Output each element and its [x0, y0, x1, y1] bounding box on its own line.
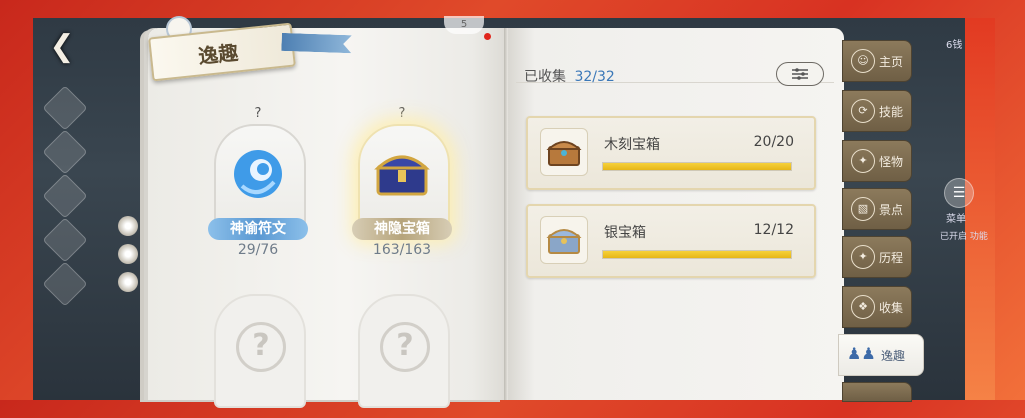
collected-count: 32/32: [574, 69, 615, 85]
oracle-rune-icon: [234, 150, 282, 198]
card-name: 神谕符文: [208, 218, 308, 240]
chest-progress-bar: [602, 250, 792, 259]
pillar-icon: ▧: [851, 197, 875, 221]
menu-icon[interactable]: ☰: [944, 178, 974, 208]
hud-slot-icon[interactable]: [42, 85, 88, 131]
chest-row[interactable]: 银宝箱 12/12: [526, 204, 816, 278]
locked-question-icon: ?: [236, 322, 286, 372]
collected-summary: 已收集 32/32: [524, 66, 615, 86]
menu-label: 菜单: [946, 214, 966, 225]
hud-slot-icon[interactable]: [42, 261, 88, 307]
tab-fun[interactable]: ♟♟ 逸趣: [838, 334, 924, 376]
collection-card[interactable]: ? 神谕符文 29/76: [206, 106, 310, 258]
chest-progress-text: 20/20: [753, 134, 794, 150]
filter-button[interactable]: [776, 62, 824, 86]
wooden-chest-icon: [546, 141, 582, 166]
silver-chest-icon: [546, 229, 582, 254]
tab-label: 景点: [879, 203, 904, 217]
tab-journey[interactable]: ✦ 历程: [842, 236, 912, 278]
tab-monsters[interactable]: ✦ 怪物: [842, 140, 912, 182]
binder-ring-icon: [118, 272, 138, 292]
tab-label: 历程: [879, 251, 904, 265]
collect-icon: ❖: [851, 295, 875, 319]
locked-question-icon: ?: [380, 322, 430, 372]
ribbon-tail: [281, 33, 352, 53]
card-count: 163/163: [372, 242, 432, 258]
tab-label: 技能: [879, 105, 904, 119]
chest-progress-text: 12/12: [753, 222, 794, 238]
right-hud: 6钱 ☰ 菜单 已开启 功能: [930, 30, 990, 390]
collected-label: 已收集: [524, 69, 566, 85]
card-question-mark: ?: [398, 106, 406, 121]
wing-icon: ✦: [851, 149, 875, 173]
top-badge: 5: [444, 16, 484, 34]
chest-progress-fill: [603, 163, 791, 170]
tab-spots[interactable]: ▧ 景点: [842, 188, 912, 230]
tab-skills[interactable]: ⟳ 技能: [842, 90, 912, 132]
chest-icon-frame: [540, 216, 588, 264]
swirl-icon: ⟳: [851, 99, 875, 123]
ring-binder: [118, 208, 140, 328]
hidden-chest-icon: [374, 155, 430, 196]
hud-slot-icon[interactable]: [42, 173, 88, 219]
chest-progress-fill: [603, 251, 791, 258]
hud-slot-icon[interactable]: [42, 217, 88, 263]
chest-name: 银宝箱: [604, 225, 646, 241]
chest-name: 木刻宝箱: [604, 137, 660, 153]
notification-dot-icon: [484, 33, 491, 40]
collection-card[interactable]: ? 神隐宝箱 163/163: [350, 106, 454, 258]
card-count: 29/76: [237, 242, 279, 258]
tab-home[interactable]: ☺ 主页: [842, 40, 912, 82]
hud-currency-label: 6钱: [946, 40, 963, 51]
card-name: 神隐宝箱: [352, 218, 452, 240]
user-icon: ☺: [851, 49, 875, 73]
back-arrow-icon[interactable]: ❮: [44, 30, 80, 64]
tab-label: 主页: [879, 55, 904, 69]
binder-ring-icon: [118, 244, 138, 264]
binder-ring-icon: [118, 216, 138, 236]
open-feature-label: 已开启 功能: [940, 232, 988, 242]
wing-icon: ✦: [851, 245, 875, 269]
chest-row[interactable]: 木刻宝箱 20/20: [526, 116, 816, 190]
tab-label: 逸趣: [881, 349, 906, 363]
page-title: 逸趣: [197, 40, 240, 69]
card-question-mark: ?: [254, 106, 262, 121]
locked-card[interactable]: ?: [206, 278, 310, 418]
tab-collect[interactable]: ❖ 收集: [842, 286, 912, 328]
chest-icon-frame: [540, 128, 588, 176]
tab-more[interactable]: [842, 382, 912, 402]
left-hud: [40, 80, 90, 400]
locked-card[interactable]: ?: [350, 278, 454, 418]
tab-label: 收集: [879, 301, 904, 315]
chest-progress-bar: [602, 162, 792, 171]
hud-slot-icon[interactable]: [42, 129, 88, 175]
people-icon: ♟♟: [847, 344, 876, 363]
left-page: [148, 28, 508, 400]
filter-sliders-icon: [792, 67, 808, 80]
tab-label: 怪物: [879, 155, 904, 169]
